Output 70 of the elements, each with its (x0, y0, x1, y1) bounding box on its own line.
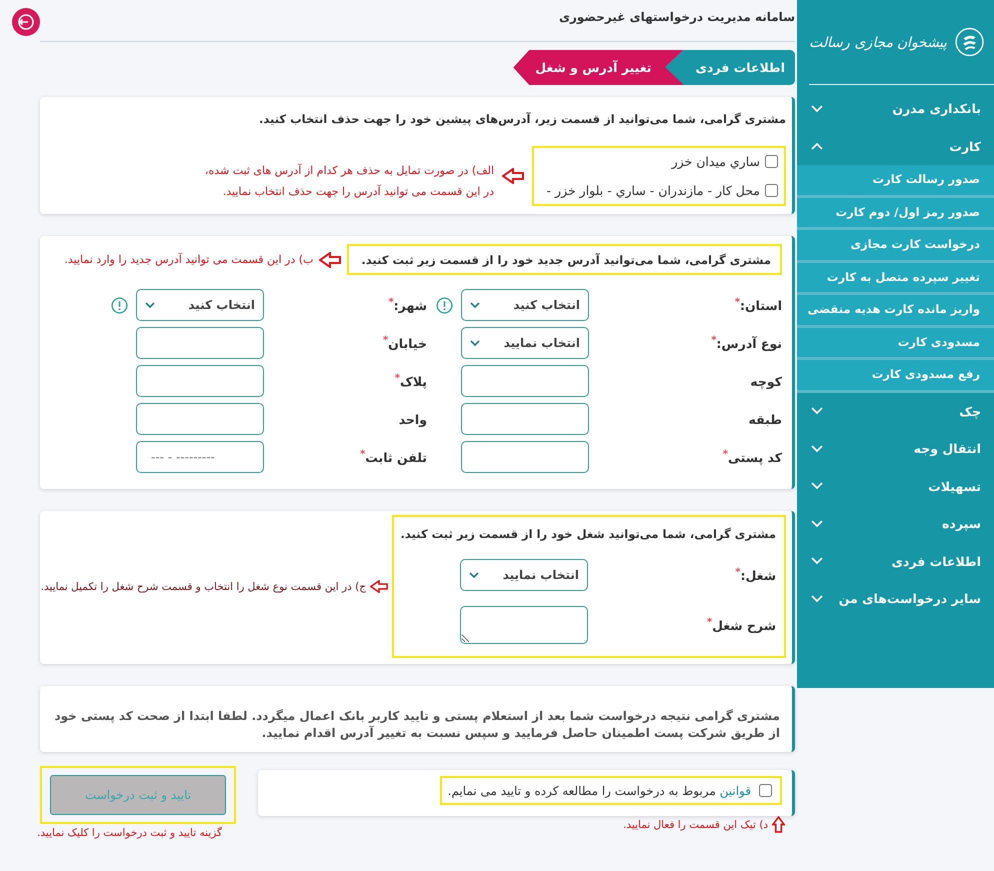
input-field[interactable] (136, 365, 264, 397)
field-label: خیابان$^{*}$ (382, 334, 427, 352)
menu-item[interactable]: اطلاعات فردی (797, 542, 994, 580)
arrow-icon (319, 252, 342, 268)
submenu-item[interactable]: رفع مسدودی کارت (797, 360, 994, 392)
menu-item[interactable]: کارت (797, 128, 994, 165)
checkbox[interactable] (759, 784, 772, 797)
submenu-item[interactable]: واریز مانده کارت هدیه منقضی (797, 295, 994, 328)
checkbox[interactable] (765, 184, 778, 197)
caret-icon (470, 302, 480, 308)
menu-item[interactable]: چک (797, 392, 994, 430)
address-label: ساري ميدان خزر (672, 154, 760, 169)
dropdown[interactable]: انتخاب نمایید (460, 559, 588, 591)
input-field[interactable] (136, 327, 264, 359)
notice-text: مشتری گرامی نتیجه درخواست شما بعد از استعلام پستی و تایید کاربر بانک اعمال میگردد. لطفا ابتدا از صحت کد پستی خود از طریق شرکت پست اطمینان حاصل فرمایید و سپس نسبت به تغییر آدرس اقدام نمایید. (53, 708, 780, 742)
section-heading: مشتری گرامی، شما می‌توانید آدرس جدید خود را از قسمت زیر ثبت کنید. (361, 252, 771, 266)
checkbox[interactable] (765, 155, 778, 168)
field-label: شرح شغل$^{*}$ (706, 616, 776, 634)
section-heading: مشتری گرامی، شما می‌توانید شغل خود را از قسمت زیر ثبت کنید. (400, 526, 776, 543)
submenu-item[interactable]: تغییر سپرده متصل به کارت (797, 262, 994, 295)
address-label: محل کار - مازندران - ساري - بلوار خزر - (546, 183, 760, 198)
menu-item[interactable]: انتقال وجه (797, 430, 994, 468)
input-field[interactable] (461, 365, 589, 397)
caret-icon (470, 340, 480, 346)
menu-item[interactable]: تسهیلات (797, 468, 994, 505)
input-field[interactable] (461, 403, 589, 435)
page-title: سامانه مدیریت درخواستهای غیرحضوری (558, 9, 795, 24)
info-icon (110, 296, 128, 314)
arrow-icon (370, 580, 388, 593)
section-heading: مشتری گرامی، شما می‌توانید از قسمت زیر، آدرس‌های پیشین خود را جهت حذف انتخاب کنید. (258, 112, 786, 126)
submenu-item[interactable]: درخواست کارت مجازی (797, 230, 994, 262)
annotation-text: الف) در صورت تمایل به حذف هر کدام از آدرس های ثبت شده، (204, 164, 494, 177)
info-icon (436, 296, 452, 314)
text-area[interactable] (460, 606, 588, 644)
annotation-text: در این قسمت می توانید آدرس را جهت حذف انتخاب نمایید. (222, 185, 494, 198)
field-label: شغل:$^{*}$ (734, 566, 776, 584)
input-field[interactable]: --- - --------- (136, 441, 264, 473)
field-label: واحد (398, 412, 427, 426)
field-label: شهر:$^{*}$ (387, 296, 427, 314)
terms-text: قوانین مربوط به درخواست را مطالعه کرده و تایید می نمایم. (448, 784, 751, 798)
dropdown[interactable]: انتخاب کنید (136, 289, 264, 321)
caret-icon (145, 302, 155, 308)
input-field[interactable] (461, 441, 589, 473)
field-label: نوع آدرس:$^{*}$ (710, 334, 782, 352)
submenu-item[interactable]: صدور رمز اول/ دوم کارت (797, 198, 994, 230)
submenu-item[interactable]: مسدودی کارت (797, 328, 994, 360)
field-label: تلفن ثابت$^{*}$ (359, 448, 427, 466)
annotation-text: ج) در این قسمت نوع شغل را انتخاب و قسمت شرح شغل را تکمیل نمایید. (40, 580, 366, 592)
annotation-text: د) تیک این قسمت را فعال نمایید. (623, 818, 768, 830)
breadcrumb-tab[interactable]: اطلاعات فردی (683, 50, 795, 85)
logout-icon[interactable] (12, 8, 40, 36)
menu-item[interactable]: سایر درخواست‌های من (797, 580, 994, 618)
submenu-item[interactable]: صدور رسالت کارت (797, 165, 994, 198)
field-label: طبقه (748, 412, 782, 426)
menu-item[interactable]: بانکداری مدرن (797, 90, 994, 128)
field-label: کد پستی$^{*}$ (722, 448, 782, 466)
breadcrumb-tab[interactable]: تغییر آدرس و شغل (513, 50, 684, 85)
field-label: پلاک$^{*}$ (394, 372, 427, 390)
menu-item[interactable]: سپرده (797, 505, 994, 542)
caret-icon (469, 572, 479, 578)
annotation-text: گزینه تایید و ثبت درخواست را کلیک نمایید. (37, 826, 222, 838)
terms-link[interactable]: قوانین (720, 784, 751, 798)
brand-name: پیشخوان مجازی رسالت (809, 34, 947, 50)
arrow-icon (502, 168, 524, 184)
field-label: استان:$^{*}$ (734, 296, 782, 314)
input-field[interactable] (136, 403, 264, 435)
dropdown[interactable]: انتخاب نمایید (461, 327, 589, 359)
field-label: کوچه (749, 374, 782, 388)
dropdown[interactable]: انتخاب کنید (461, 289, 589, 321)
annotation-text: ب) در این قسمت می توانید آدرس جدید را وارد نمایید. (64, 253, 314, 266)
